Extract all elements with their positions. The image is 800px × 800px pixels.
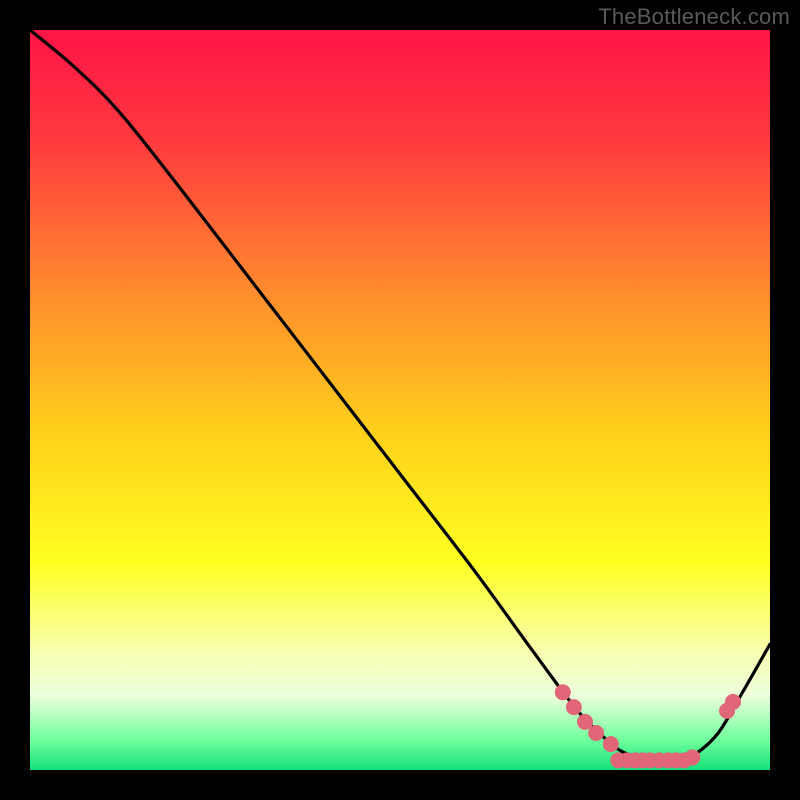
data-marker [684,749,700,765]
watermark-text: TheBottleneck.com [598,4,790,30]
bottleneck-chart [0,0,800,800]
data-marker [566,699,582,715]
data-marker [588,725,604,741]
data-marker [555,684,571,700]
plot-background [30,30,770,770]
chart-frame: TheBottleneck.com [0,0,800,800]
data-marker [603,736,619,752]
data-marker [725,694,741,710]
